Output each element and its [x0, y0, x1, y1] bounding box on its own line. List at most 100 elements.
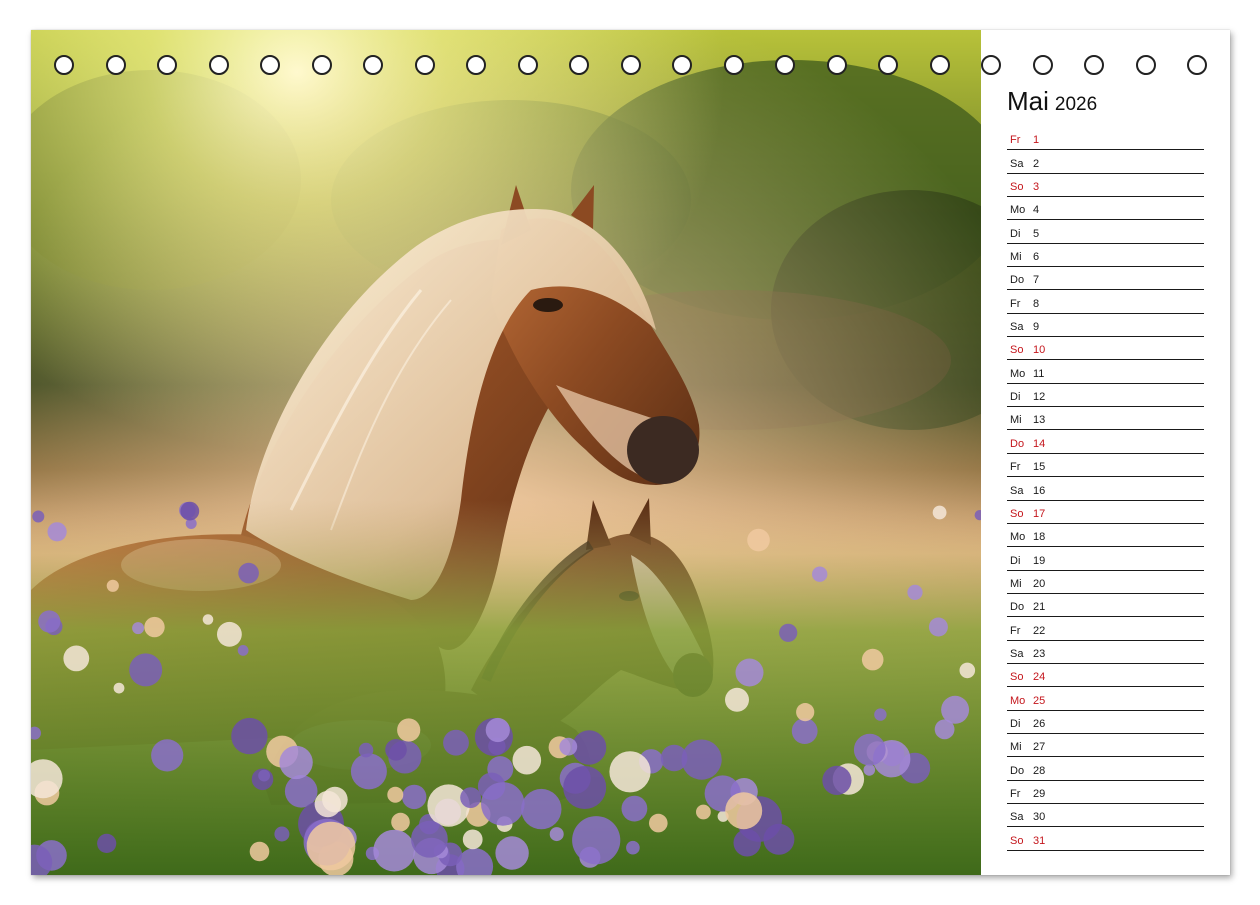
meadow-flower: [621, 795, 648, 822]
day-row: Di 19: [1007, 547, 1204, 571]
meadow-flower: [779, 623, 798, 642]
meadow-flower: [725, 687, 749, 712]
weekday-label: So: [1010, 344, 1024, 357]
weekday-label: Mi: [1010, 251, 1022, 264]
meadow-flower: [485, 717, 510, 743]
meadow-flower: [387, 786, 404, 803]
meadow-flower: [237, 645, 249, 656]
meadow-flower: [132, 622, 145, 635]
meadow-flower: [747, 528, 770, 552]
day-number: 15: [1033, 461, 1046, 474]
day-number: 6: [1033, 251, 1040, 264]
meadow-flower: [322, 786, 348, 813]
weekday-label: Mi: [1010, 577, 1022, 590]
month-name: Mai: [1007, 86, 1049, 116]
meadow-flower: [874, 708, 887, 721]
meadow-flower: [358, 742, 374, 758]
day-list: Fr 1 Sa 2 So 3 Mo 4 Di 5 Mi 6 Do 7 Fr 8 Sa 9 So 10 Mo 11 Di 12 M…: [1007, 127, 1204, 851]
horse-and-foal-photo: [31, 30, 981, 875]
day-row: So 31: [1007, 827, 1204, 851]
day-number: 14: [1033, 437, 1046, 450]
meadow-flower: [397, 718, 421, 742]
weekday-label: Sa: [1010, 647, 1024, 660]
day-row: Sa 23: [1007, 641, 1204, 664]
weekday-label: Sa: [1010, 321, 1024, 334]
meadow-flower: [907, 584, 923, 601]
day-row: Do 21: [1007, 594, 1204, 618]
weekday-label: Fr: [1010, 461, 1021, 474]
day-number: 18: [1033, 531, 1046, 544]
meadow-flower: [462, 829, 483, 850]
weekday-label: Do: [1010, 601, 1025, 614]
meadow-flower: [231, 717, 268, 755]
meadow-flower: [649, 813, 668, 833]
meadow-flower: [279, 745, 313, 780]
day-number: 24: [1033, 671, 1046, 684]
weekday-label: Sa: [1010, 484, 1024, 497]
weekday-label: Mo: [1010, 531, 1026, 544]
meadow-flower: [495, 836, 529, 870]
day-number: 11: [1033, 367, 1045, 380]
meadow-flower: [238, 562, 259, 584]
day-number: 8: [1033, 297, 1040, 310]
meadow-flower: [249, 841, 270, 862]
meadow-flower: [460, 787, 481, 808]
meadow-flower: [559, 737, 578, 756]
meadow-flower: [129, 653, 163, 687]
meadow-flower: [549, 827, 564, 842]
month-title: Mai 2026: [1007, 86, 1097, 117]
weekday-label: So: [1010, 507, 1024, 520]
meadow-flower: [934, 719, 955, 740]
meadow-flower: [217, 621, 242, 647]
day-number: 27: [1033, 741, 1046, 754]
day-row: Di 26: [1007, 711, 1204, 734]
weekday-label: Sa: [1010, 811, 1024, 824]
weekday-label: Do: [1010, 437, 1025, 450]
day-number: 17: [1033, 507, 1046, 520]
weekday-label: Do: [1010, 764, 1025, 777]
meadow-flower: [928, 617, 948, 637]
weekday-label: Mo: [1010, 204, 1026, 217]
day-number: 10: [1033, 344, 1046, 357]
day-row: Do 14: [1007, 430, 1204, 454]
day-number: 31: [1033, 834, 1046, 847]
day-number: 12: [1033, 391, 1046, 404]
day-row: Di 12: [1007, 384, 1204, 408]
calendar-sidebar: Mai 2026 Fr 1 Sa 2 So 3 Mo 4 Di 5 Mi 6 Do 7 Fr 8 Sa 9 So 10 M…: [981, 30, 1230, 875]
meadow-flower: [97, 833, 117, 854]
day-number: 19: [1033, 554, 1046, 567]
day-row: Do 28: [1007, 757, 1204, 781]
day-number: 4: [1033, 204, 1040, 217]
day-row: Mi 20: [1007, 571, 1204, 594]
meadow-flower: [733, 829, 761, 857]
meadow-flower: [932, 505, 947, 520]
meadow-flower: [144, 616, 165, 638]
day-row: Mo 11: [1007, 360, 1204, 384]
meadow-flower: [113, 682, 125, 694]
day-row: Fr 1: [1007, 127, 1204, 151]
day-number: 20: [1033, 577, 1046, 590]
meadow-flower: [812, 566, 828, 582]
meadow-flower: [735, 658, 764, 687]
meadow-flower: [959, 662, 976, 679]
day-row: Sa 2: [1007, 150, 1204, 174]
meadow-flower: [696, 804, 711, 820]
day-number: 9: [1033, 321, 1040, 334]
weekday-label: Do: [1010, 274, 1025, 287]
meadow-flower: [391, 812, 410, 832]
day-number: 13: [1033, 414, 1046, 427]
day-number: 2: [1033, 157, 1040, 170]
day-row: So 24: [1007, 664, 1204, 688]
day-row: Fr 15: [1007, 454, 1204, 478]
meadow-flower: [609, 751, 651, 793]
day-row: Fr 29: [1007, 781, 1204, 804]
meadow-flower: [681, 739, 722, 780]
meadow-flower: [47, 522, 67, 542]
meadow-flower: [863, 764, 876, 776]
day-row: Mo 4: [1007, 197, 1204, 221]
meadow-flower: [481, 782, 525, 826]
meadow-flower: [626, 840, 640, 855]
weekday-label: Fr: [1010, 787, 1021, 800]
day-number: 1: [1033, 134, 1040, 147]
day-number: 5: [1033, 227, 1040, 240]
